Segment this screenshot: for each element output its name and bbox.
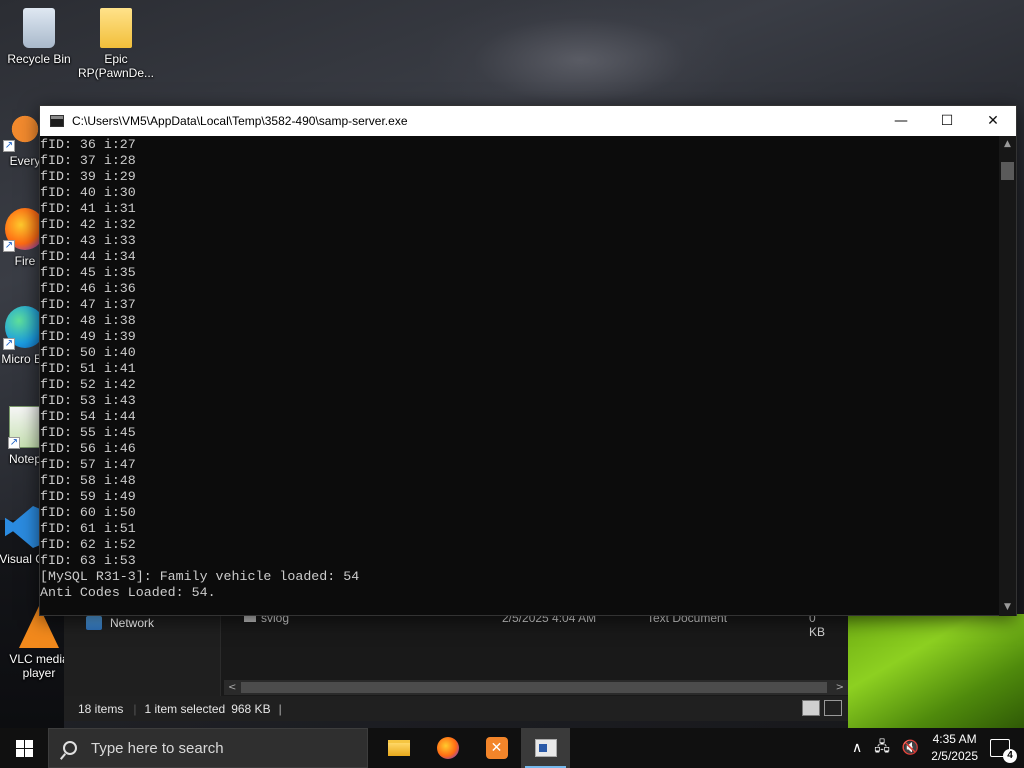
status-divider: | — [278, 701, 282, 716]
console-line: Anti Codes Loaded: 54. — [40, 585, 216, 600]
shortcut-arrow-icon: ↗ — [3, 338, 15, 350]
status-selected: 1 item selected — [144, 701, 226, 716]
network-icon — [86, 616, 102, 630]
notepad-plus-icon: ↗ — [8, 406, 41, 449]
network-status-icon[interactable]: 🖧 — [874, 736, 890, 760]
console-titlebar[interactable]: C:\Users\VM5\AppData\Local\Temp\3582-490… — [40, 106, 1016, 136]
status-size: 968 KB — [231, 701, 271, 716]
file-explorer-icon — [387, 740, 410, 756]
recycle-bin-icon — [23, 8, 55, 48]
notification-center-icon[interactable]: 4 — [990, 739, 1017, 763]
console-window[interactable]: C:\Users\VM5\AppData\Local\Temp\3582-490… — [39, 105, 1017, 616]
console-line: fID: 42 i:32 — [40, 217, 136, 232]
console-line: fID: 51 i:41 — [40, 361, 136, 376]
shortcut-arrow-icon: ↗ — [3, 240, 15, 252]
close-button[interactable]: ✕ — [970, 106, 1016, 136]
scroll-up-icon[interactable]: ▲ — [999, 136, 1016, 153]
console-line: fID: 47 i:37 — [40, 297, 136, 312]
details-view-icon[interactable] — [802, 700, 820, 716]
console-line: fID: 46 i:36 — [40, 281, 136, 296]
console-line: fID: 50 i:40 — [40, 345, 136, 360]
console-line: fID: 52 i:42 — [40, 377, 136, 392]
search-placeholder: Type here to search — [91, 739, 224, 757]
taskbar: Type here to search ∧ 🖧 🔇 4:35 AM 2/5/20… — [0, 728, 1024, 768]
vertical-scrollbar[interactable]: ▲ ▼ — [999, 136, 1016, 616]
chevron-up-icon[interactable]: ∧ — [852, 740, 862, 756]
console-line: fID: 55 i:45 — [40, 425, 136, 440]
scrollbar-thumb[interactable] — [241, 682, 827, 693]
wallpaper-grass — [848, 614, 1024, 728]
desktop-icon-epic-rp[interactable]: Epic RP(PawnDe... — [77, 8, 155, 80]
explorer-status-bar: 18 items | 1 item selected 968 KB | — [64, 696, 848, 721]
desktop-icon-label: Epic RP(PawnDe... — [77, 52, 155, 80]
folder-icon — [100, 8, 132, 48]
console-line: fID: 43 i:33 — [40, 233, 136, 248]
console-line: fID: 62 i:52 — [40, 537, 136, 552]
console-app-icon — [50, 115, 64, 127]
desktop-icon-recycle-bin[interactable]: Recycle Bin — [0, 8, 78, 66]
clock-date: 2/5/2025 — [931, 749, 978, 763]
console-line: fID: 36 i:27 — [40, 137, 136, 152]
system-tray: ∧ 🖧 🔇 4:35 AM 2/5/2025 4 — [846, 728, 1024, 768]
console-line: fID: 54 i:44 — [40, 409, 136, 424]
console-line: fID: 48 i:38 — [40, 313, 136, 328]
console-output: fID: 36 i:27 fID: 37 i:28 fID: 39 i:29 fID:… — [40, 136, 1000, 616]
taskbar-console[interactable] — [521, 728, 570, 768]
scrollbar-thumb[interactable] — [1001, 162, 1014, 180]
console-icon — [534, 739, 557, 757]
desktop-icon-label: Recycle Bin — [7, 52, 71, 66]
console-line: fID: 49 i:39 — [40, 329, 136, 344]
large-icons-view-icon[interactable] — [824, 700, 842, 716]
start-button[interactable] — [0, 728, 48, 768]
wallpaper-milkyway — [430, 0, 730, 120]
status-divider: | — [133, 701, 137, 716]
clock-time: 4:35 AM — [932, 732, 977, 746]
scroll-down-icon[interactable]: ▼ — [999, 599, 1016, 616]
console-line: fID: 44 i:34 — [40, 249, 136, 264]
taskbar-search-box[interactable]: Type here to search — [48, 728, 368, 768]
nav-item-label: Network — [110, 616, 155, 630]
firefox-icon — [436, 737, 459, 759]
console-line: fID: 60 i:50 — [40, 505, 136, 520]
console-line: [MySQL R31-3]: Family vehicle loaded: 54 — [40, 569, 360, 584]
notification-count-badge: 4 — [1003, 749, 1017, 763]
console-line: fID: 56 i:46 — [40, 441, 136, 456]
status-item-count: 18 items — [78, 701, 124, 716]
horizontal-scrollbar[interactable]: < > — [224, 680, 848, 695]
console-line: fID: 57 i:47 — [40, 457, 136, 472]
console-line: fID: 45 i:35 — [40, 265, 136, 280]
xampp-icon — [485, 737, 508, 759]
windows-logo-icon — [15, 739, 33, 757]
console-line: fID: 59 i:49 — [40, 489, 136, 504]
nav-item-network[interactable]: Network — [86, 616, 154, 630]
console-line: fID: 53 i:43 — [40, 393, 136, 408]
console-title: C:\Users\VM5\AppData\Local\Temp\3582-490… — [72, 114, 408, 128]
console-line: fID: 41 i:31 — [40, 201, 136, 216]
console-line: fID: 40 i:30 — [40, 185, 136, 200]
minimize-button[interactable]: — — [878, 106, 924, 136]
console-line: fID: 58 i:48 — [40, 473, 136, 488]
volume-muted-icon[interactable]: 🔇 — [902, 740, 919, 756]
console-line: fID: 61 i:51 — [40, 521, 136, 536]
console-line: fID: 63 i:53 — [40, 553, 136, 568]
scroll-right-icon[interactable]: > — [836, 680, 844, 695]
taskbar-firefox[interactable] — [423, 728, 472, 768]
file-list-row[interactable]: svlog 2/5/2025 4:04 AM Text Document 0 K… — [244, 611, 834, 639]
shortcut-arrow-icon: ↗ — [8, 437, 20, 449]
taskbar-clock[interactable]: 4:35 AM 2/5/2025 — [931, 731, 978, 765]
navigation-pane: Network — [64, 614, 221, 696]
search-icon — [63, 741, 77, 755]
console-line: fID: 39 i:29 — [40, 169, 136, 184]
taskbar-file-explorer[interactable] — [374, 728, 423, 768]
file-explorer-window: Network svlog 2/5/2025 4:04 AM Text Docu… — [64, 611, 848, 721]
console-line: fID: 37 i:28 — [40, 153, 136, 168]
shortcut-arrow-icon: ↗ — [3, 140, 15, 152]
maximize-button[interactable]: ☐ — [924, 106, 970, 136]
scroll-left-icon[interactable]: < — [228, 680, 236, 695]
taskbar-xampp[interactable] — [472, 728, 521, 768]
